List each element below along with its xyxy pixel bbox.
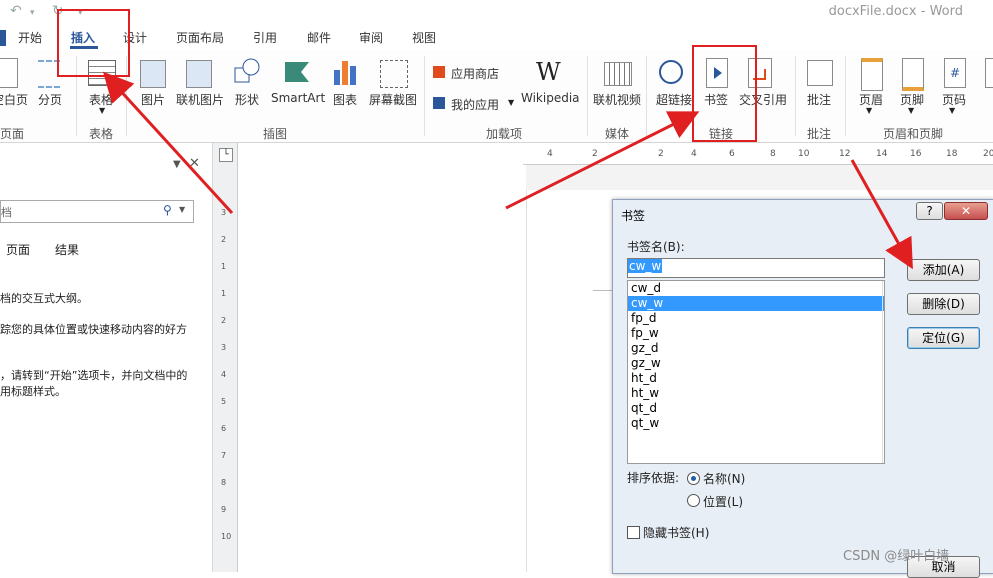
annotation-arrows [102, 71, 913, 270]
watermark-text: CSDN @绿叶白墙 [843, 549, 950, 564]
